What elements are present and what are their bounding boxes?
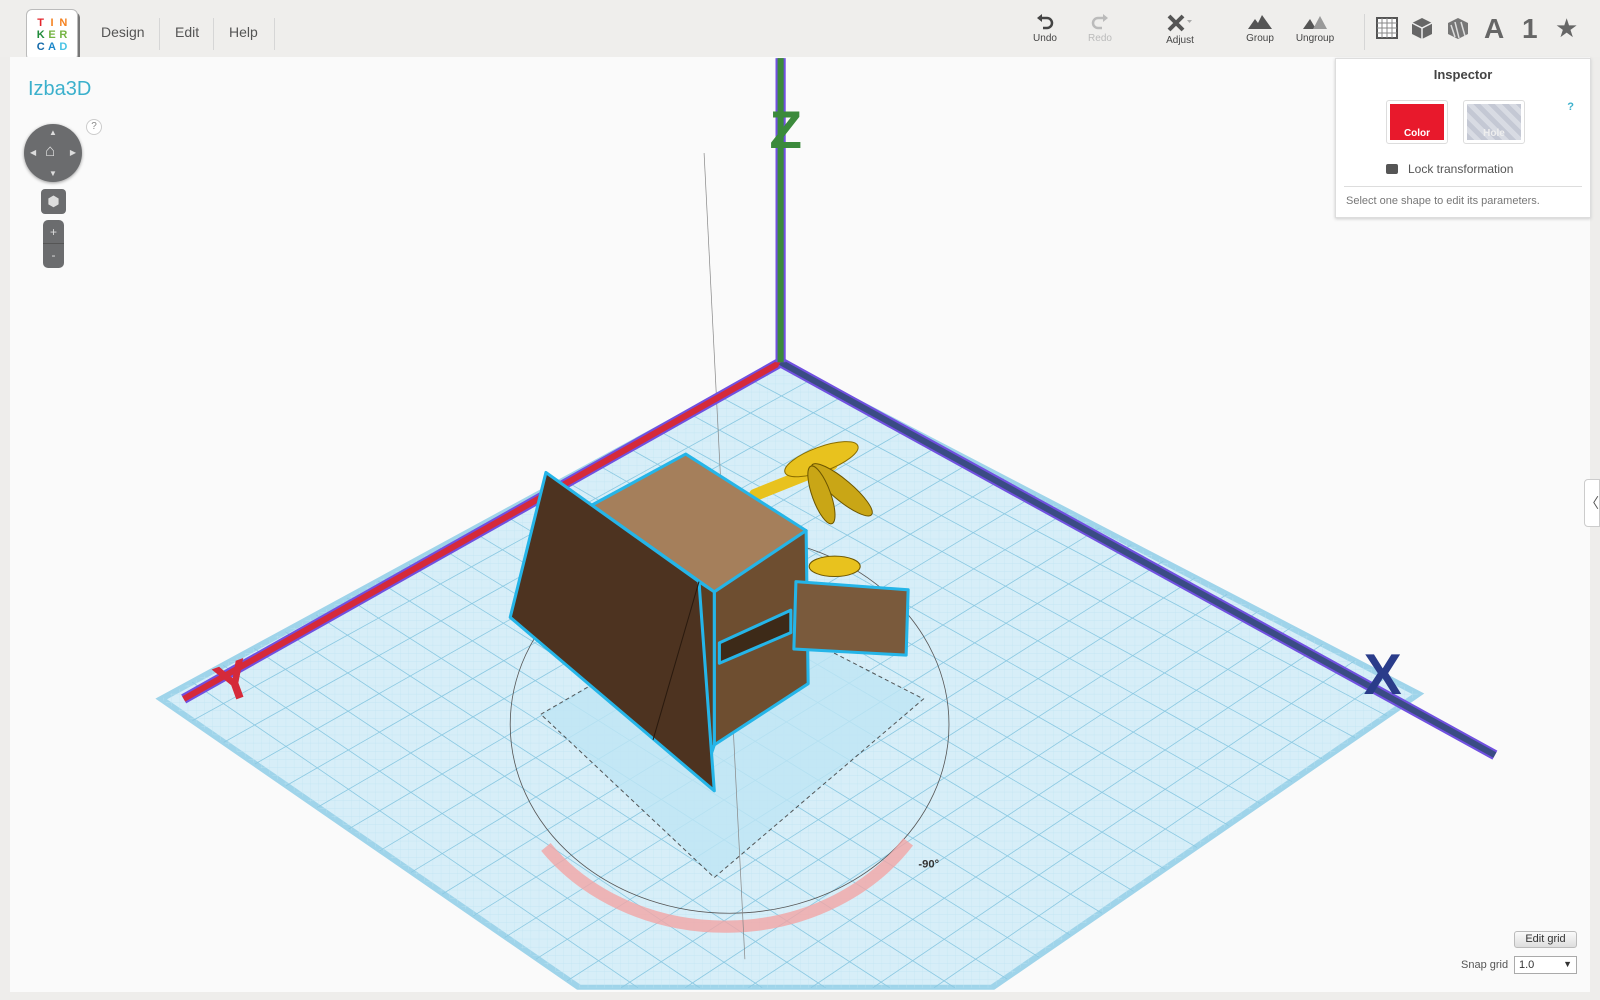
lock-label: Lock transformation <box>1408 162 1514 176</box>
view-navigation-control[interactable]: ▲ ▼ ◀ ▶ ⌂ <box>24 124 82 182</box>
inspector-panel: Inspector Color Hole ? Lock transformati… <box>1335 58 1591 218</box>
rotation-angle-label: -90° <box>918 858 939 870</box>
lock-icon <box>1386 164 1398 174</box>
zoom-control[interactable]: + - <box>43 220 64 268</box>
edit-grid-button[interactable]: Edit grid <box>1514 931 1577 948</box>
hole-swatch: Hole <box>1467 104 1521 140</box>
pan-down-icon[interactable]: ▼ <box>49 169 57 178</box>
pan-left-icon[interactable]: ◀ <box>30 148 36 157</box>
zoom-in-button[interactable]: + <box>43 220 64 244</box>
snap-grid-label: Snap grid <box>1461 959 1509 971</box>
inspector-message: Select one shape to edit its parameters. <box>1346 195 1540 207</box>
snap-grid-value: 1.0 <box>1519 959 1535 971</box>
color-swatch: Color <box>1390 104 1444 140</box>
inspector-help[interactable]: ? <box>1567 101 1574 113</box>
x-axis-label: X <box>1364 643 1402 707</box>
hole-button[interactable]: Hole <box>1463 100 1525 144</box>
lock-transformation-toggle[interactable]: Lock transformation <box>1386 162 1513 176</box>
zoom-out-button[interactable]: - <box>43 244 64 266</box>
color-button[interactable]: Color <box>1386 100 1448 144</box>
divider <box>1344 186 1582 187</box>
pan-right-icon[interactable]: ▶ <box>70 148 76 157</box>
dropdown-arrow-icon: ▼ <box>1563 959 1572 969</box>
pan-up-icon[interactable]: ▲ <box>49 128 57 137</box>
collapse-panel-button[interactable]: 〈 <box>1584 479 1600 527</box>
z-axis-label: Z <box>770 101 802 160</box>
nav-help-icon[interactable]: ? <box>86 119 102 135</box>
project-title[interactable]: Izba3D <box>28 78 91 101</box>
snap-grid-select[interactable]: 1.0 ▼ <box>1514 956 1577 974</box>
home-icon[interactable]: ⌂ <box>45 141 55 161</box>
inspector-title: Inspector <box>1433 67 1493 82</box>
view-cube-icon[interactable]: ⬢ <box>41 189 66 214</box>
